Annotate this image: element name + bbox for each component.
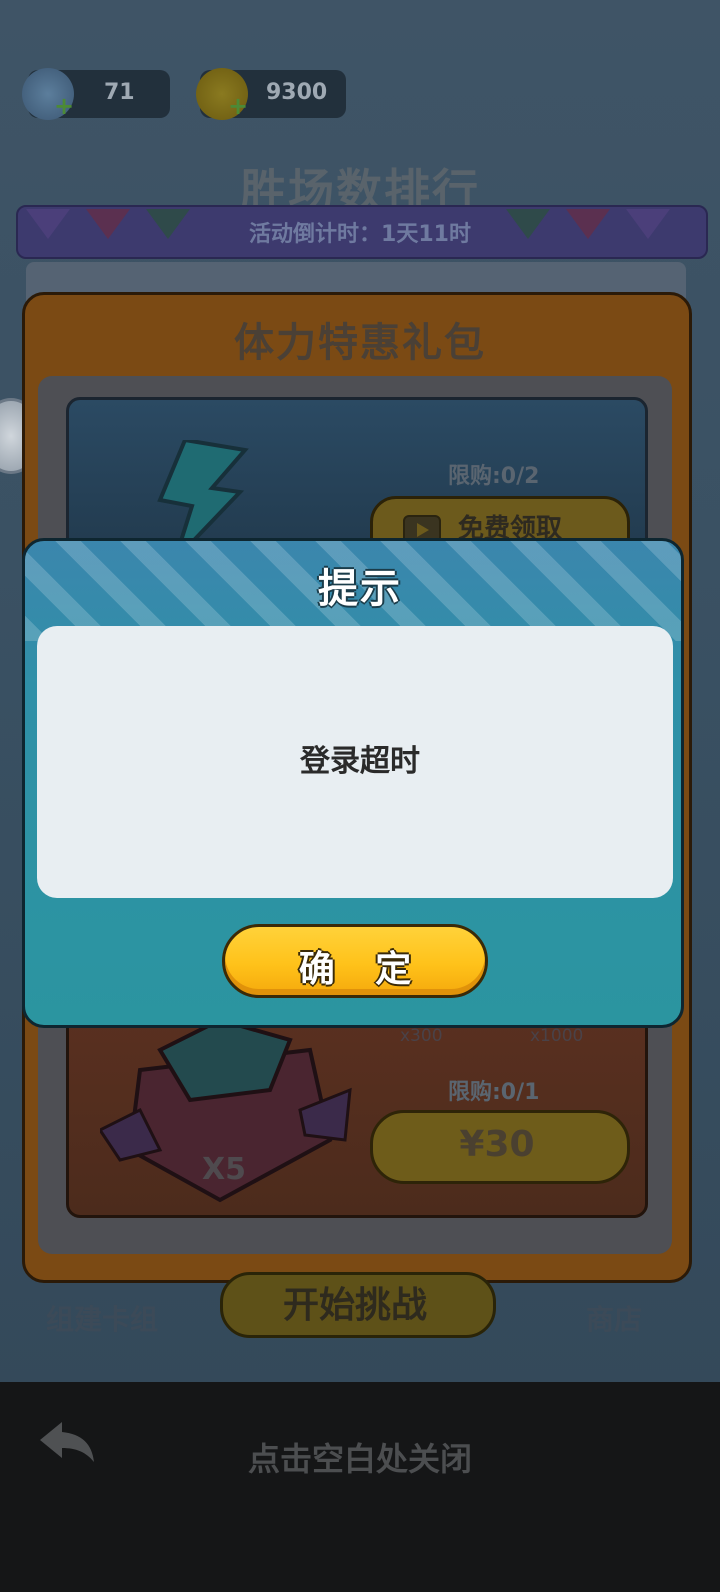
gift-pack-title: 体力特惠礼包: [234, 320, 486, 366]
event-countdown: 活动倒计时：1天11时: [249, 222, 471, 247]
gift-card-energy-limit: 限购:0/2: [448, 464, 540, 489]
nav-shop[interactable]: 商店: [586, 1298, 642, 1338]
gem-count: 71: [104, 80, 135, 105]
gift-card-box-limit: 限购:0/1: [448, 1080, 540, 1105]
close-hint: 点击空白处关闭: [247, 1440, 472, 1478]
start-challenge-label: 开始挑战: [282, 1285, 427, 1326]
confirm-label: 确 定: [298, 949, 426, 990]
bonus-amount-b: x1000: [530, 1026, 584, 1046]
dismiss-area[interactable]: [0, 1382, 720, 1592]
buy-price: ¥30: [459, 1124, 535, 1165]
gift-card-box-quantity: X5: [202, 1152, 247, 1187]
bonus-amount-a: x300: [400, 1026, 443, 1046]
alert-title: 提示: [318, 566, 402, 612]
coin-count: 9300: [266, 80, 328, 105]
alert-message: 登录超时: [300, 744, 420, 779]
nav-deck-builder[interactable]: 组建卡组: [46, 1298, 158, 1338]
add-coins-icon[interactable]: +: [228, 94, 248, 118]
add-gems-icon[interactable]: +: [54, 94, 74, 118]
